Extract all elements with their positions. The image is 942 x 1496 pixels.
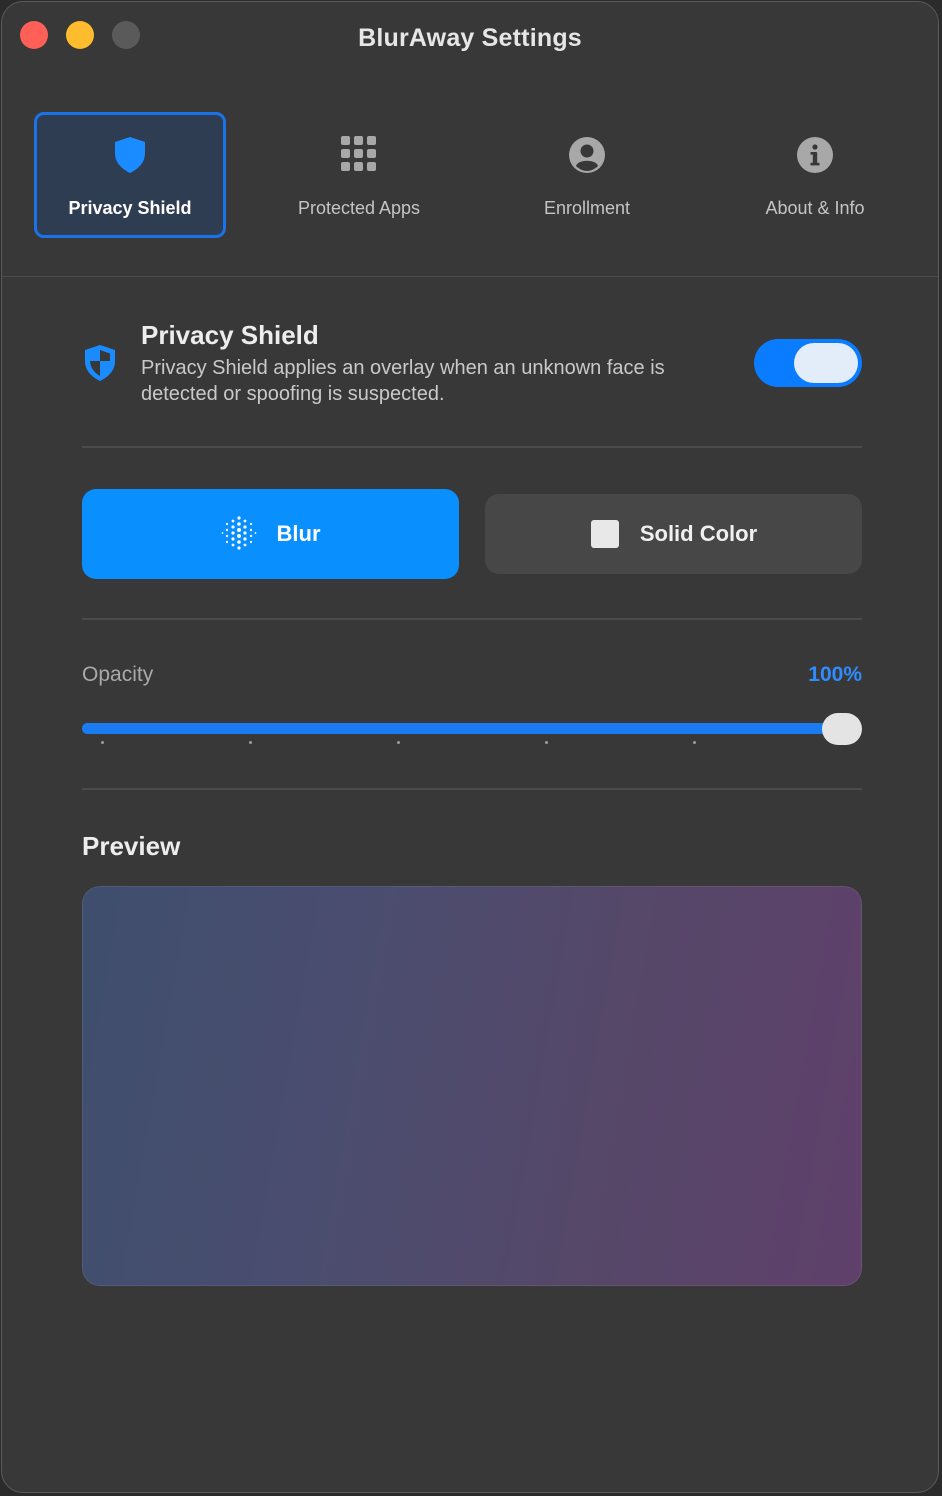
solid-color-mode-button[interactable]: Solid Color: [485, 494, 862, 574]
privacy-shield-description: Privacy Shield applies an overlay when a…: [141, 357, 665, 405]
slider-tick: [693, 741, 696, 744]
tab-about-info[interactable]: About & Info: [719, 112, 911, 238]
slider-tick: [545, 741, 548, 744]
app-grid-icon: [263, 136, 455, 176]
solid-color-mode-label: Solid Color: [639, 521, 758, 546]
square-icon: [590, 519, 620, 549]
section-divider: [82, 618, 862, 620]
blur-mode-label: Blur: [276, 521, 321, 546]
slider-tick: [397, 741, 400, 744]
tab-protected-apps[interactable]: Protected Apps: [263, 112, 455, 238]
tab-label: About & Info: [765, 198, 865, 218]
tab-bar: Privacy Shield Protected Apps Enrollment…: [2, 110, 938, 240]
person-circle-icon: [491, 136, 683, 176]
preview-title: Preview: [82, 831, 181, 861]
settings-window: BlurAway Settings Privacy Shield Protect…: [1, 1, 939, 1493]
slider-fill: [82, 723, 842, 734]
blur-dots-icon: [221, 515, 257, 553]
slider-thumb[interactable]: [822, 713, 862, 745]
tab-label: Privacy Shield: [68, 198, 192, 218]
opacity-slider[interactable]: [82, 711, 862, 751]
shield-check-icon: [82, 343, 118, 388]
preview-area: [82, 886, 862, 1286]
section-divider: [82, 446, 862, 448]
privacy-shield-title: Privacy Shield: [141, 320, 319, 350]
opacity-label: Opacity: [82, 663, 154, 686]
tab-privacy-shield[interactable]: Privacy Shield: [34, 112, 226, 238]
opacity-value: 100%: [808, 663, 862, 686]
slider-tick: [249, 741, 252, 744]
toggle-knob: [794, 343, 858, 383]
blur-mode-button[interactable]: Blur: [82, 489, 459, 579]
section-divider: [82, 788, 862, 790]
privacy-shield-row: Privacy Shield Privacy Shield applies an…: [82, 317, 862, 417]
slider-tick: [101, 741, 104, 744]
tab-label: Protected Apps: [297, 198, 421, 218]
window-title: BlurAway Settings: [358, 24, 582, 52]
privacy-shield-toggle[interactable]: [754, 339, 862, 387]
title-bar: BlurAway Settings: [2, 2, 938, 78]
tab-divider: [2, 276, 938, 277]
info-circle-icon: [719, 136, 911, 176]
shield-icon: [37, 136, 223, 176]
tab-label: Enrollment: [543, 198, 631, 218]
tab-enrollment[interactable]: Enrollment: [491, 112, 683, 238]
